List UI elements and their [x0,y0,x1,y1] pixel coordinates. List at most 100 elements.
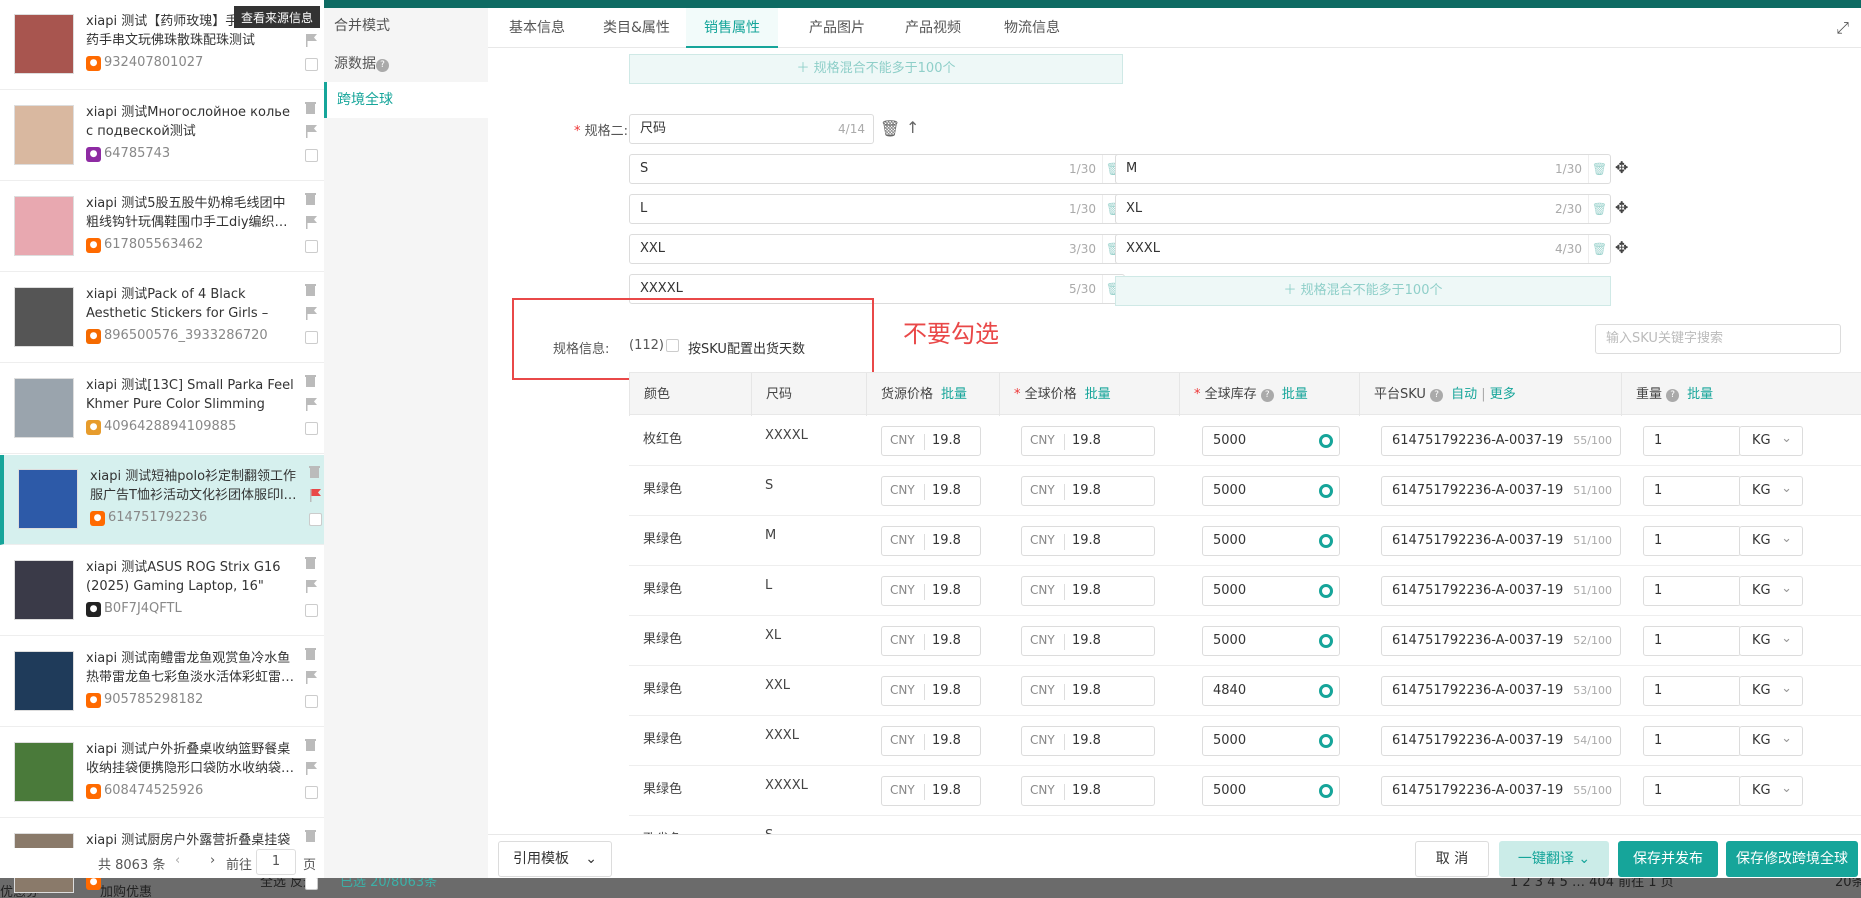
item-checkbox[interactable] [305,240,318,253]
item-checkbox[interactable] [305,695,318,708]
trash-icon[interactable] [305,101,316,114]
item-checkbox[interactable] [305,58,318,71]
help-icon[interactable]: ? [1430,389,1444,402]
trash-icon[interactable] [305,647,316,660]
global-stock-input[interactable]: 5000 [1202,526,1340,556]
batch-link[interactable]: 批量 [941,387,967,402]
source-price-input[interactable]: CNY 19.8 [881,476,981,506]
more-link[interactable]: 更多 [1490,387,1516,402]
list-item[interactable]: xiapi 测试5股五股牛奶棉毛线团中粗线钩针玩偶鞋围巾手工diy编织… ● 617… [0,182,324,272]
weight-input[interactable]: 1 [1643,676,1741,706]
tab-product-images[interactable]: 产品图片 [809,8,865,48]
one-click-translate-button[interactable]: 一键翻译 ⌄ [1499,841,1609,877]
flag-icon[interactable] [306,307,317,320]
weight-unit-select[interactable]: KG ⌄ [1739,726,1803,756]
drag-move-icon[interactable]: ✥ [1615,198,1628,217]
menu-item-merge-mode[interactable]: 合并模式 [324,8,488,44]
platform-sku-input[interactable]: 614751792236-A-0037-19 55/100 [1381,776,1621,806]
platform-sku-input[interactable]: 614751792236-A-0037-19 55/100 [1381,426,1621,456]
reference-template-dropdown[interactable]: 引用模板 ⌄ [498,841,612,877]
flag-icon[interactable] [310,489,321,502]
trash-icon[interactable]: 🗑 [1588,235,1610,263]
cancel-button[interactable]: 取 消 [1415,841,1489,877]
list-item[interactable]: xiapi 测试南鳢雷龙鱼观赏鱼冷水鱼热带雷龙鱼七彩鱼淡水活体彩虹雷… ● 9057… [0,637,324,727]
weight-input[interactable]: 1 [1643,726,1741,756]
list-item[interactable]: xiapi 测试Многослойное колье с подвеской测试… [0,91,324,181]
global-stock-input[interactable]: 5000 [1202,576,1340,606]
spec-value-input[interactable]: XXXL 4/30 🗑 [1115,234,1611,264]
trash-icon[interactable] [305,374,316,387]
save-publish-button[interactable]: 保存并发布 [1618,841,1718,877]
source-price-input[interactable]: CNY 19.8 [881,726,981,756]
help-icon[interactable]: ? [1260,389,1274,402]
add-spec-value-button[interactable]: ＋ 规格混合不能多于100个 [629,54,1123,84]
source-price-input[interactable]: CNY 19.8 [881,576,981,606]
global-price-input[interactable]: CNY 19.8 [1021,576,1155,606]
spec-value-input[interactable]: S 1/30 🗑 [629,154,1125,184]
weight-input[interactable]: 1 [1643,626,1741,656]
item-checkbox[interactable] [305,786,318,799]
trash-icon[interactable] [305,192,316,205]
item-checkbox[interactable] [305,604,318,617]
global-price-input[interactable]: CNY 19.8 [1021,526,1155,556]
global-stock-input[interactable]: 5000 [1202,426,1340,456]
page-input[interactable]: 1 [256,849,296,875]
weight-unit-select[interactable]: KG ⌄ [1739,526,1803,556]
gear-icon[interactable] [1319,484,1333,498]
arrow-up-icon[interactable]: ↑ [906,118,919,137]
list-item[interactable]: xiapi 测试户外折叠桌收纳篮野餐桌收纳挂袋便携隐形口袋防水收纳袋… ● 6084… [0,728,324,818]
menu-item-global-crossborder[interactable]: 跨境全球 [324,82,488,118]
global-price-input[interactable]: CNY 19.8 [1021,476,1155,506]
tab-category-attributes[interactable]: 类目&属性 [603,8,670,48]
item-checkbox[interactable] [309,513,322,526]
drag-move-icon[interactable]: ✥ [1615,158,1628,177]
flag-icon[interactable] [306,671,317,684]
gear-icon[interactable] [1319,734,1333,748]
weight-input[interactable]: 1 [1643,776,1741,806]
source-price-input[interactable]: CNY 19.8 [881,626,981,656]
item-checkbox[interactable] [305,422,318,435]
spec-value-input[interactable]: L 1/30 🗑 [629,194,1125,224]
flag-icon[interactable] [306,125,317,138]
tab-product-video[interactable]: 产品视频 [905,8,961,48]
weight-unit-select[interactable]: KG ⌄ [1739,676,1803,706]
global-stock-input[interactable]: 5000 [1202,626,1340,656]
prev-page-icon[interactable]: ‹ [175,853,180,868]
weight-unit-select[interactable]: KG ⌄ [1739,776,1803,806]
global-price-input[interactable]: CNY 19.8 [1021,726,1155,756]
help-icon[interactable]: ? [376,59,389,72]
flag-icon[interactable] [306,34,317,47]
flag-icon[interactable] [306,762,317,775]
global-price-input[interactable]: CNY 19.8 [1021,426,1155,456]
batch-link[interactable]: 批量 [1687,387,1713,402]
trash-icon[interactable] [305,829,316,842]
item-checkbox[interactable] [305,331,318,344]
save-global-button[interactable]: 保存修改跨境全球 [1726,841,1858,877]
sku-search-input[interactable]: 输入SKU关键字搜索 [1595,324,1841,354]
source-price-input[interactable]: CNY 19.8 [881,426,981,456]
weight-unit-select[interactable]: KG ⌄ [1739,426,1803,456]
trash-icon[interactable] [305,556,316,569]
spec-value-input[interactable]: XL 2/30 🗑 [1115,194,1611,224]
item-checkbox[interactable] [305,149,318,162]
add-spec-value-button-2[interactable]: ＋ 规格混合不能多于100个 [1115,276,1611,306]
batch-link[interactable]: 批量 [1085,387,1111,402]
trash-icon[interactable]: 🗑 [880,119,900,138]
weight-unit-select[interactable]: KG ⌄ [1739,626,1803,656]
weight-unit-select[interactable]: KG ⌄ [1739,476,1803,506]
list-item[interactable]: xiapi 测试Pack of 4 Black Aesthetic Sticke… [0,273,324,363]
platform-sku-input[interactable]: 614751792236-A-0037-19 53/100 [1381,676,1621,706]
source-price-input[interactable]: CNY 19.8 [881,776,981,806]
gear-icon[interactable] [1319,684,1333,698]
list-item[interactable]: xiapi 测试ASUS ROG Strix G16 (2025) Gaming… [0,546,324,636]
spec2-name-input[interactable]: 尺码 4/14 [629,114,874,144]
list-item[interactable]: xiapi 测试短袖polo衫定制翻领工作服广告T恤衫活动文化衫团体服印l… ● 6… [0,455,324,545]
auto-link[interactable]: 自动 [1451,387,1477,402]
tab-logistics[interactable]: 物流信息 [1004,8,1060,48]
item-checkbox[interactable] [305,877,318,890]
spec-value-input[interactable]: XXL 3/30 🗑 [629,234,1125,264]
weight-unit-select[interactable]: KG ⌄ [1739,576,1803,606]
global-stock-input[interactable]: 5000 [1202,726,1340,756]
global-stock-input[interactable]: 4840 [1202,676,1340,706]
flag-icon[interactable] [306,398,317,411]
